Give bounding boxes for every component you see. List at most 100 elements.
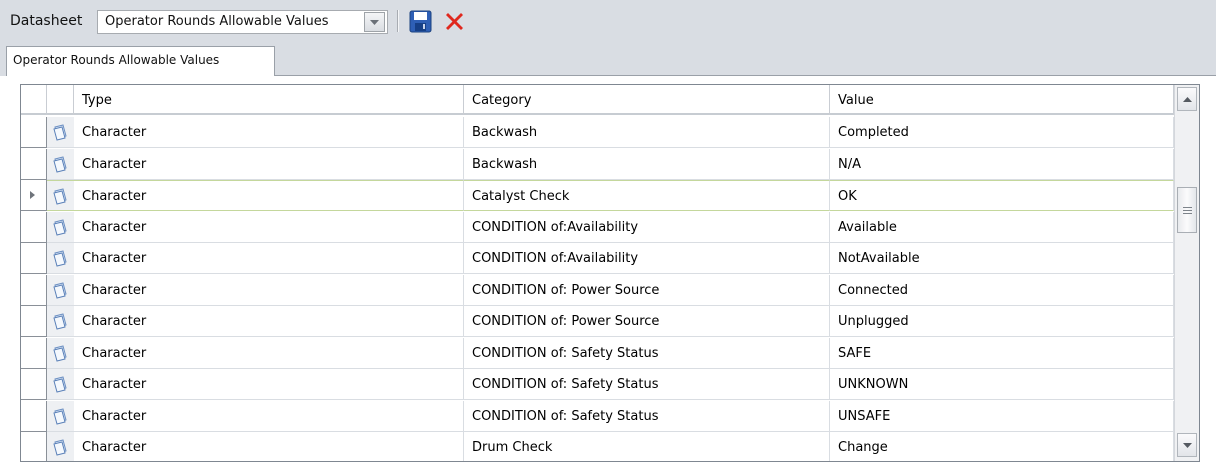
record-document-icon: [53, 188, 67, 205]
cell-category[interactable]: CONDITION of: Safety Status: [464, 338, 830, 369]
cancel-button[interactable]: [443, 10, 466, 33]
cell-category[interactable]: CONDITION of: Power Source: [464, 306, 830, 337]
row-selector[interactable]: [21, 338, 47, 369]
row-icon-cell: [47, 117, 74, 148]
chevron-down-icon: [1183, 443, 1192, 448]
scroll-down-button[interactable]: [1177, 433, 1197, 457]
cell-category-text: CONDITION of: Safety Status: [472, 346, 659, 361]
table-row[interactable]: Character Drum Check Change: [21, 432, 1174, 461]
cell-category[interactable]: Backwash: [464, 117, 830, 148]
cell-type-text: Character: [82, 283, 147, 298]
cell-type[interactable]: Character: [74, 306, 464, 337]
row-selector[interactable]: [21, 149, 47, 180]
cell-value-text: Connected: [838, 283, 909, 298]
cell-type[interactable]: Character: [74, 432, 464, 461]
cell-type-text: Character: [82, 189, 147, 204]
cell-value[interactable]: Connected: [830, 275, 1174, 306]
cell-value-text: Completed: [838, 125, 909, 140]
cell-value-text: UNKNOWN: [838, 377, 909, 392]
row-selector[interactable]: [21, 180, 47, 211]
row-selector[interactable]: [21, 306, 47, 337]
cell-value[interactable]: UNKNOWN: [830, 369, 1174, 400]
table-row[interactable]: Character CONDITION of: Power Source Conne…: [21, 275, 1174, 306]
record-document-icon: [53, 282, 67, 299]
cell-type-text: Character: [82, 440, 147, 455]
row-selector[interactable]: [21, 432, 47, 461]
cell-category[interactable]: Backwash: [464, 149, 830, 180]
table-row[interactable]: Character Backwash N/A: [21, 149, 1174, 180]
cell-value[interactable]: NotAvailable: [830, 243, 1174, 274]
cell-value-text: OK: [838, 189, 857, 204]
tab-operator-rounds-allowable-values[interactable]: Operator Rounds Allowable Values: [6, 46, 275, 76]
cell-type-text: Character: [82, 157, 147, 172]
cell-category[interactable]: CONDITION of: Power Source: [464, 275, 830, 306]
table-row[interactable]: Character CONDITION of: Safety Status UNKN…: [21, 369, 1174, 400]
cell-category[interactable]: CONDITION of: Safety Status: [464, 369, 830, 400]
record-document-icon: [53, 345, 67, 362]
chevron-up-icon: [1183, 97, 1192, 102]
row-icon-cell: [47, 306, 74, 337]
vertical-scrollbar[interactable]: [1174, 85, 1199, 461]
column-header-value[interactable]: Value: [830, 85, 1174, 115]
record-document-icon: [53, 376, 67, 393]
row-selector[interactable]: [21, 369, 47, 400]
datasheet-select[interactable]: Operator Rounds Allowable Values: [97, 10, 388, 34]
cell-value-text: Unplugged: [838, 314, 909, 329]
cancel-x-icon: [446, 13, 463, 30]
cell-category[interactable]: CONDITION of:Availability: [464, 243, 830, 274]
cell-category[interactable]: Catalyst Check: [464, 180, 830, 211]
row-selector[interactable]: [21, 401, 47, 432]
table-row[interactable]: Character CONDITION of:Availability NotAva…: [21, 243, 1174, 274]
grip-icon: [1183, 207, 1192, 214]
dropdown-button[interactable]: [364, 12, 385, 32]
row-selector[interactable]: [21, 117, 47, 148]
table-row[interactable]: Character Catalyst Check OK: [21, 180, 1174, 211]
scroll-up-button[interactable]: [1177, 87, 1197, 111]
scroll-thumb[interactable]: [1177, 187, 1197, 233]
cell-value[interactable]: Available: [830, 212, 1174, 243]
cell-type[interactable]: Character: [74, 180, 464, 211]
cell-value-text: N/A: [838, 157, 861, 172]
cell-value-text: SAFE: [838, 346, 872, 361]
column-header-category[interactable]: Category: [464, 85, 830, 115]
cell-value[interactable]: SAFE: [830, 338, 1174, 369]
table-row[interactable]: Character CONDITION of: Safety Status UNSA…: [21, 401, 1174, 432]
table-row[interactable]: Character Backwash Completed: [21, 117, 1174, 148]
cell-category-text: Backwash: [472, 125, 538, 140]
cell-type[interactable]: Character: [74, 243, 464, 274]
cell-type-text: Character: [82, 125, 147, 140]
cell-category[interactable]: CONDITION of: Safety Status: [464, 401, 830, 432]
row-selector[interactable]: [21, 275, 47, 306]
save-button[interactable]: [409, 10, 432, 33]
cell-value[interactable]: UNSAFE: [830, 401, 1174, 432]
cell-type[interactable]: Character: [74, 117, 464, 148]
grid-header: Type Category Value: [21, 85, 1174, 115]
row-icon-cell: [47, 275, 74, 306]
cell-value[interactable]: Change: [830, 432, 1174, 461]
cell-value[interactable]: OK: [830, 180, 1174, 211]
tab-strip: Operator Rounds Allowable Values: [0, 42, 1216, 76]
cell-type[interactable]: Character: [74, 369, 464, 400]
table-row[interactable]: Character CONDITION of: Power Source Unplu…: [21, 306, 1174, 337]
cell-category[interactable]: Drum Check: [464, 432, 830, 461]
table-row[interactable]: Character CONDITION of:Availability Availa…: [21, 212, 1174, 243]
cell-type[interactable]: Character: [74, 338, 464, 369]
cell-value[interactable]: Unplugged: [830, 306, 1174, 337]
cell-value-text: Available: [838, 220, 897, 235]
cell-category[interactable]: CONDITION of:Availability: [464, 212, 830, 243]
cell-type[interactable]: Character: [74, 212, 464, 243]
cell-type[interactable]: Character: [74, 149, 464, 180]
record-document-icon: [53, 439, 67, 456]
cell-type-text: Character: [82, 409, 147, 424]
row-selector[interactable]: [21, 243, 47, 274]
column-header-type[interactable]: Type: [74, 85, 464, 115]
cell-value[interactable]: N/A: [830, 149, 1174, 180]
row-selector[interactable]: [21, 212, 47, 243]
cell-type[interactable]: Character: [74, 275, 464, 306]
cell-type-text: Character: [82, 314, 147, 329]
cell-type-text: Character: [82, 377, 147, 392]
datasheet-label: Datasheet: [10, 13, 83, 29]
cell-value[interactable]: Completed: [830, 117, 1174, 148]
cell-type[interactable]: Character: [74, 401, 464, 432]
table-row[interactable]: Character CONDITION of: Safety Status SAFE: [21, 338, 1174, 369]
